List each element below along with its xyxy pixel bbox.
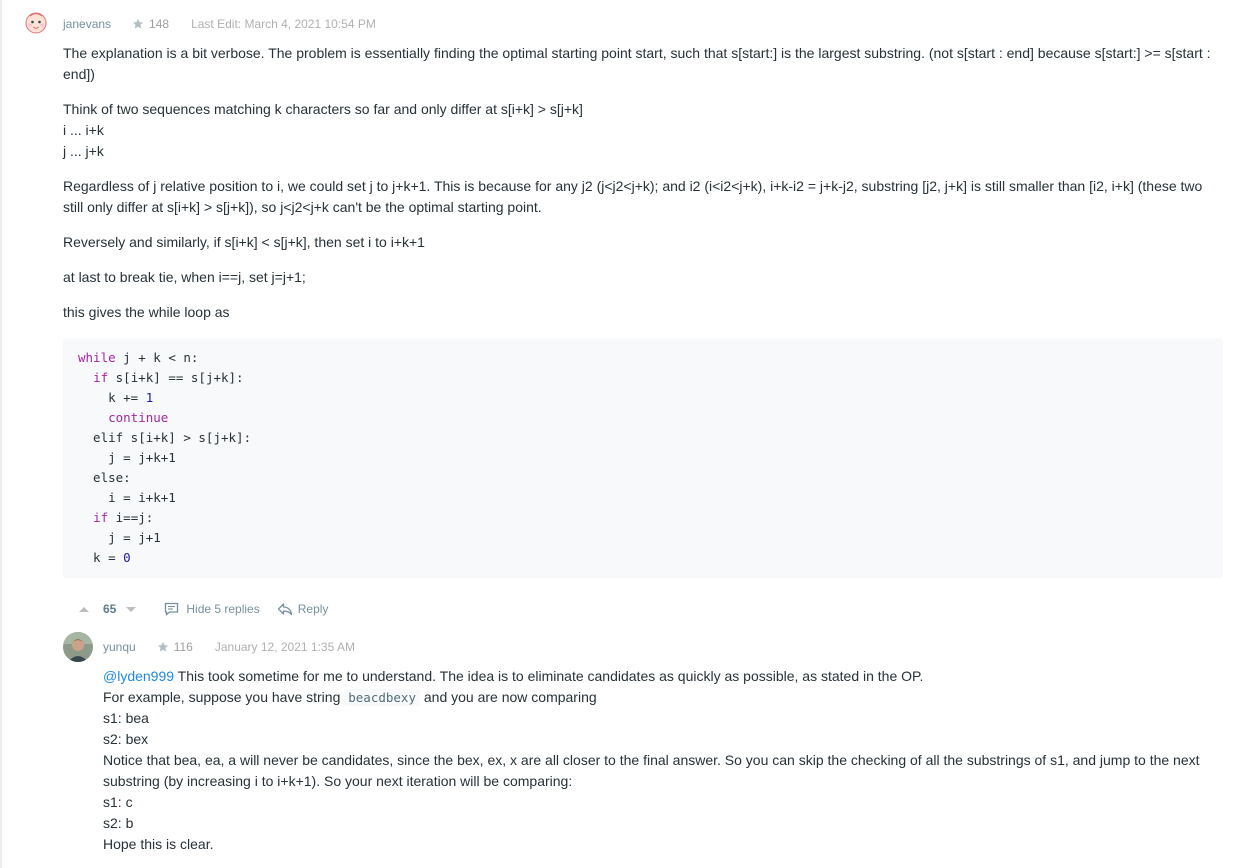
post-actions: 65 Hide 5 replies Reply xyxy=(75,598,328,620)
post-paragraph: The explanation is a bit verbose. The pr… xyxy=(63,45,1211,82)
code-line: continue xyxy=(108,410,169,425)
author-avatar[interactable] xyxy=(23,9,49,39)
user-mention-link[interactable]: @lyden999 xyxy=(103,668,174,684)
post-body: The explanation is a bit verbose. The pr… xyxy=(63,43,1223,337)
reply-line: s1: bea xyxy=(103,710,149,726)
post-paragraph: this gives the while loop as xyxy=(63,304,230,320)
reply-line: Notice that bea, ea, a will never be can… xyxy=(103,752,1200,789)
upvote-icon[interactable] xyxy=(79,606,89,612)
code-line: if i==j: xyxy=(93,510,154,525)
baby-face-icon xyxy=(23,9,49,39)
post-meta: janevans 148 Last Edit: March 4, 2021 10… xyxy=(63,16,376,32)
reply-line: For example, suppose you have string bea… xyxy=(103,689,597,706)
comment-icon xyxy=(165,602,179,616)
vote-count: 65 xyxy=(103,602,117,616)
author-reputation: 148 xyxy=(149,17,170,31)
inline-code: beacdbexy xyxy=(344,689,420,706)
reply-timestamp: January 12, 2021 1:35 AM xyxy=(214,640,355,654)
code-line: else: xyxy=(78,470,131,485)
code-line: j = j+1 xyxy=(78,530,161,545)
code-line: elif s[i+k] > s[j+k]: xyxy=(78,430,252,445)
code-line: while j + k < n: xyxy=(78,350,199,365)
hide-replies-label: Hide 5 replies xyxy=(186,602,260,616)
person-photo-icon xyxy=(63,632,93,662)
reply-reputation: 116 xyxy=(173,640,193,654)
code-line: j = j+k+1 xyxy=(78,450,176,465)
hide-replies-button[interactable]: Hide 5 replies xyxy=(164,602,260,616)
reply-button[interactable]: Reply xyxy=(277,602,329,616)
post-paragraph: at last to break tie, when i==j, set j=j… xyxy=(63,269,306,285)
star-icon xyxy=(157,641,168,652)
reply-line: @lyden999 This took sometime for me to u… xyxy=(103,668,924,684)
downvote-icon[interactable] xyxy=(126,606,137,612)
author-username[interactable]: janevans xyxy=(63,17,111,31)
reply-line: s2: b xyxy=(103,815,134,831)
reply-arrow-icon xyxy=(277,603,292,616)
reply-meta: yunqu 116 January 12, 2021 1:35 AM xyxy=(103,639,355,655)
post-paragraph: i ... i+k xyxy=(63,122,104,138)
code-line: if s[i+k] == s[j+k]: xyxy=(93,370,244,385)
post-paragraph: Reversely and similarly, if s[i+k] < s[j… xyxy=(63,234,425,250)
reply-line: Hope this is clear. xyxy=(103,836,214,852)
thread-left-rule xyxy=(0,0,2,868)
reply-line: s2: bex xyxy=(103,731,149,747)
code-line: k = 0 xyxy=(78,550,131,565)
reply-username[interactable]: yunqu xyxy=(103,640,136,654)
reply-label: Reply xyxy=(297,602,329,616)
last-edit-timestamp: Last Edit: March 4, 2021 10:54 PM xyxy=(191,17,376,31)
reply-body: @lyden999 This took sometime for me to u… xyxy=(103,666,1213,855)
star-icon xyxy=(132,18,144,29)
code-block: while j + k < n: if s[i+k] == s[j+k]: k … xyxy=(63,338,1223,578)
post-paragraph: j ... j+k xyxy=(63,143,104,159)
code-line: k += 1 xyxy=(78,390,154,405)
reply-author-avatar[interactable] xyxy=(63,632,93,662)
reply-line: s1: c xyxy=(103,794,133,810)
post-paragraph: Think of two sequences matching k charac… xyxy=(63,101,583,117)
code-line: i = i+k+1 xyxy=(78,490,176,505)
post-paragraph: Regardless of j relative position to i, … xyxy=(63,178,1203,215)
